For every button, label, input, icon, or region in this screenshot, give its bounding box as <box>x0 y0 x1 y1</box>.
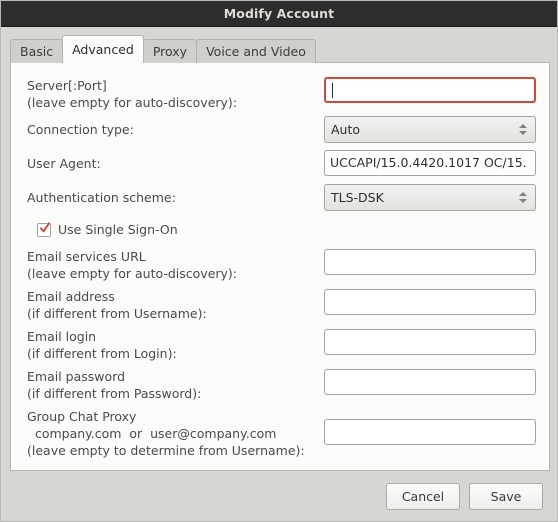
tab-basic-label: Basic <box>20 44 54 59</box>
tab-voice-and-video[interactable]: Voice and Video <box>196 39 316 63</box>
group-chat-proxy-label: Group Chat Proxy company.com or user@com… <box>27 408 305 459</box>
email-services-url-label: Email services URL (leave empty for auto-… <box>27 248 237 282</box>
tab-advanced[interactable]: Advanced <box>62 35 144 63</box>
server-label-line1: Server[:Port] <box>27 78 107 93</box>
advanced-tab-panel: Server[:Port] (leave empty for auto-disco… <box>10 62 550 471</box>
single-sign-on-label: Use Single Sign-On <box>58 222 178 237</box>
email-services-url-label-line2: (leave empty for auto-discovery): <box>27 266 238 281</box>
email-services-url-input[interactable] <box>324 249 536 275</box>
server-label: Server[:Port] (leave empty for auto-disco… <box>27 77 237 111</box>
email-address-label-line2: (if different from Username): <box>27 306 207 321</box>
server-label-line2: (leave empty for auto-discovery): <box>27 95 238 110</box>
email-login-input[interactable] <box>324 329 536 355</box>
group-chat-proxy-input[interactable] <box>324 419 536 445</box>
auth-scheme-select[interactable]: TLS-DSK <box>324 184 536 211</box>
email-login-label: Email login (if different from Login): <box>27 328 177 362</box>
chevron-updown-icon[interactable] <box>518 124 527 135</box>
tab-proxy-label: Proxy <box>152 44 188 59</box>
cancel-button[interactable]: Cancel <box>386 483 460 510</box>
tab-bar: Basic Advanced Proxy Voice and Video <box>10 35 316 63</box>
connection-type-value: Auto <box>331 122 361 137</box>
modify-account-dialog: Modify Account Basic Advanced Proxy Voic… <box>0 0 558 522</box>
window-title: Modify Account <box>223 6 335 21</box>
chevron-updown-icon[interactable] <box>518 192 527 203</box>
tab-basic[interactable]: Basic <box>10 39 64 63</box>
connection-type-select[interactable]: Auto <box>324 116 536 143</box>
email-password-label-line1: Email password <box>27 369 125 384</box>
user-agent-value: UCCAPI/15.0.4420.1017 OC/15. <box>330 155 527 170</box>
check-icon <box>40 221 50 232</box>
email-address-input[interactable] <box>324 289 536 315</box>
auth-scheme-label: Authentication scheme: <box>27 190 176 205</box>
dialog-button-bar: Cancel Save <box>386 483 543 510</box>
title-bar: Modify Account <box>1 1 557 27</box>
checkbox-box[interactable] <box>37 221 51 237</box>
group-chat-proxy-label-line1: Group Chat Proxy <box>27 409 137 424</box>
email-services-url-label-line1: Email services URL <box>27 249 146 264</box>
group-chat-proxy-label-line2: company.com or user@company.com <box>27 426 277 441</box>
tab-voice-and-video-label: Voice and Video <box>206 44 306 59</box>
email-password-label-line2: (if different from Password): <box>27 386 202 401</box>
email-login-label-line1: Email login <box>27 329 97 344</box>
tab-proxy[interactable]: Proxy <box>142 39 198 63</box>
connection-type-label: Connection type: <box>27 122 134 137</box>
email-password-label: Email password (if different from Passwor… <box>27 368 201 402</box>
auth-scheme-value: TLS-DSK <box>331 190 384 205</box>
text-caret <box>332 83 333 98</box>
server-input[interactable] <box>324 77 536 103</box>
group-chat-proxy-label-line3: (leave empty to determine from Username)… <box>27 443 305 458</box>
single-sign-on-checkbox[interactable]: Use Single Sign-On <box>37 221 178 237</box>
email-address-label-line1: Email address <box>27 289 115 304</box>
user-agent-input[interactable]: UCCAPI/15.0.4420.1017 OC/15. <box>324 150 536 176</box>
user-agent-label: User Agent: <box>27 156 101 171</box>
email-password-input[interactable] <box>324 369 536 395</box>
email-address-label: Email address (if different from Username… <box>27 288 207 322</box>
tab-advanced-label: Advanced <box>72 42 134 57</box>
save-button[interactable]: Save <box>469 483 543 510</box>
email-login-label-line2: (if different from Login): <box>27 346 177 361</box>
